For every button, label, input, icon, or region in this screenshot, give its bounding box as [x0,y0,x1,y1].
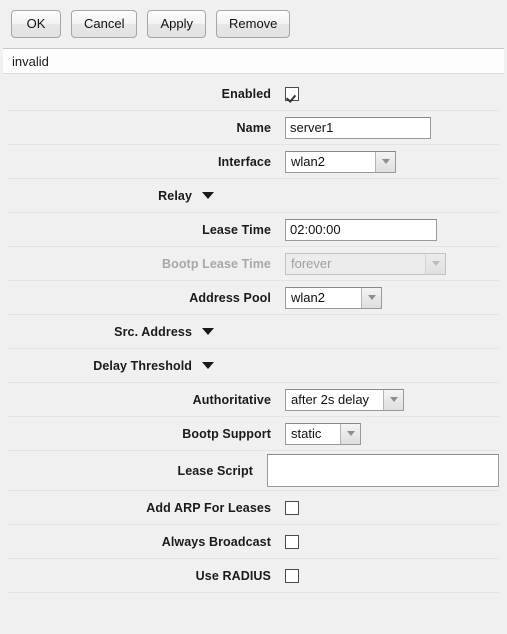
lease-script-input[interactable] [267,454,499,487]
control-add-arp-for-leases [285,491,499,524]
label-add-arp-for-leases: Add ARP For Leases [146,500,271,515]
label-use-radius: Use RADIUS [195,568,271,583]
row-use-radius: Use RADIUS [8,559,499,593]
row-lease-script: Lease Script [8,451,499,491]
ok-button[interactable]: OK [11,10,61,38]
chevron-down-icon-bootp-support[interactable] [340,423,360,444]
chevron-down-icon-bootp-lease [425,253,445,274]
add-arp-for-leases-checkbox[interactable] [285,500,299,515]
row-interface: Interface wlan2 [8,145,499,179]
cancel-button[interactable]: Cancel [71,10,138,38]
control-lease-script [267,451,499,490]
use-radius-checkbox[interactable] [285,568,299,583]
label-name: Name [236,120,271,135]
apply-button[interactable]: Apply [147,10,206,38]
chevron-down-icon[interactable] [375,151,395,172]
always-broadcast-checkbox[interactable] [285,534,299,549]
address-pool-dropdown[interactable]: wlan2 [285,286,382,309]
triangle-down-icon-relay[interactable] [202,192,214,199]
control-always-broadcast [285,525,499,558]
status-bar: invalid [3,48,504,74]
bootp-support-dropdown[interactable]: static [285,422,361,445]
row-always-broadcast: Always Broadcast [8,525,499,559]
lease-time-input[interactable]: 02:00:00 [285,218,437,241]
row-enabled: Enabled [8,77,499,111]
label-authoritative: Authoritative [192,392,271,407]
chevron-down-icon-address-pool[interactable] [361,287,381,308]
interface-value: wlan2 [291,153,325,169]
name-input[interactable]: server1 [285,116,431,139]
authoritative-dropdown[interactable]: after 2s delay [285,388,404,411]
row-add-arp-for-leases: Add ARP For Leases [8,491,499,525]
row-src-address[interactable]: Src. Address [8,315,499,349]
row-name: Name server1 [8,111,499,145]
control-bootp-support: static [285,417,499,450]
label-always-broadcast: Always Broadcast [161,534,271,549]
triangle-down-icon-src-address[interactable] [202,328,214,335]
control-authoritative: after 2s delay [285,383,499,416]
label-relay: Relay [158,188,192,203]
label-interface: Interface [217,154,271,169]
label-delay-threshold: Delay Threshold [93,358,192,373]
dhcp-server-form: Enabled Name server1 Interface wlan2 Rel… [0,74,507,593]
triangle-down-icon-delay-threshold[interactable] [202,362,214,369]
control-name: server1 [285,111,499,144]
label-src-address: Src. Address [114,324,192,339]
row-bootp-lease-time: Bootp Lease Time forever [8,247,499,281]
control-enabled [285,77,499,110]
label-lease-time: Lease Time [202,222,271,237]
row-bootp-support: Bootp Support static [8,417,499,451]
row-address-pool: Address Pool wlan2 [8,281,499,315]
enabled-checkbox[interactable] [285,86,299,101]
row-delay-threshold[interactable]: Delay Threshold [8,349,499,383]
control-address-pool: wlan2 [285,281,499,314]
label-lease-script: Lease Script [177,463,253,478]
row-authoritative: Authoritative after 2s delay [8,383,499,417]
control-use-radius [285,559,499,592]
control-lease-time: 02:00:00 [285,213,499,246]
row-lease-time: Lease Time 02:00:00 [8,213,499,247]
dialog-toolbar: OK Cancel Apply Remove [0,0,507,48]
authoritative-value: after 2s delay [291,391,370,407]
bootp-lease-time-dropdown: forever [285,252,446,275]
address-pool-value: wlan2 [291,289,325,305]
interface-dropdown[interactable]: wlan2 [285,150,396,173]
label-bootp-support: Bootp Support [182,426,271,441]
label-bootp-lease-time: Bootp Lease Time [161,256,271,271]
label-enabled: Enabled [221,86,271,101]
chevron-down-icon-authoritative[interactable] [383,389,403,410]
row-relay[interactable]: Relay [8,179,499,213]
control-interface: wlan2 [285,145,499,178]
status-bar-container: invalid [0,48,507,74]
label-address-pool: Address Pool [189,290,271,305]
bootp-lease-time-value: forever [291,255,332,271]
remove-button[interactable]: Remove [216,10,291,38]
control-bootp-lease-time: forever [285,247,499,280]
bootp-support-value: static [291,425,322,441]
